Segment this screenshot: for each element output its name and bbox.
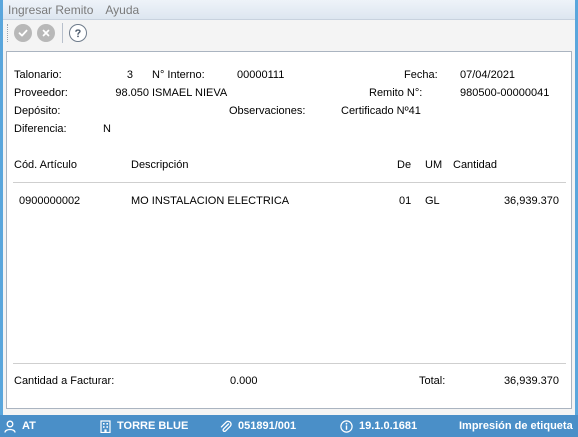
status-message-text: Impresión de etiqueta xyxy=(459,420,573,432)
total-value: 36,939.370 xyxy=(503,375,559,387)
row-cantidad: 36,939.370 xyxy=(503,195,559,207)
status-bar: AT TORRE BLUE 051891/001 19.1.0.1681 Imp… xyxy=(0,415,578,437)
observaciones-value: Certificado Nº41 xyxy=(341,105,421,117)
column-header-descripcion[interactable]: Descripción xyxy=(131,159,188,171)
cantidad-facturar-label: Cantidad a Facturar: xyxy=(14,375,115,387)
menu-ingresar-remito[interactable]: Ingresar Remito xyxy=(3,0,100,20)
column-header-um[interactable]: UM xyxy=(425,159,442,171)
observaciones-label: Observaciones: xyxy=(229,105,306,117)
row-de: 01 xyxy=(399,195,412,207)
talonario-label: Talonario: xyxy=(14,69,62,81)
talonario-value: 3 xyxy=(126,69,133,81)
info-icon xyxy=(340,419,353,433)
column-header-codigo[interactable]: Cód. Artículo xyxy=(14,159,77,171)
confirm-button[interactable] xyxy=(14,24,32,42)
remito-label: Remito N°: xyxy=(369,87,423,99)
menu-bar: Ingresar Remito Ayuda xyxy=(3,0,575,20)
proveedor-name: ISMAEL NIEVA xyxy=(152,87,228,99)
cantidad-facturar-value: 0.000 xyxy=(230,375,258,387)
deposito-label: Depósito: xyxy=(14,105,61,117)
status-user-text: AT xyxy=(22,420,36,432)
toolbar-separator xyxy=(62,23,63,43)
status-license[interactable]: 051891/001 xyxy=(219,415,296,437)
status-company[interactable]: TORRE BLUE xyxy=(100,415,188,437)
status-message: Impresión de etiqueta xyxy=(459,415,576,437)
toolbar-grip[interactable] xyxy=(7,24,10,42)
status-version[interactable]: 19.1.0.1681 xyxy=(340,415,417,437)
row-codigo: 0900000002 xyxy=(19,195,81,207)
footer-divider xyxy=(13,363,566,364)
app-window: Ingresar Remito Ayuda Talonario: 3 N° In… xyxy=(0,0,578,437)
building-icon xyxy=(100,419,111,433)
menu-ayuda[interactable]: Ayuda xyxy=(100,0,146,20)
fecha-value: 07/04/2021 xyxy=(460,69,516,81)
status-license-text: 051891/001 xyxy=(238,420,297,432)
check-icon xyxy=(18,29,28,37)
row-um: GL xyxy=(425,195,440,207)
column-header-de[interactable]: De xyxy=(397,159,411,171)
remito-panel: Talonario: 3 N° Interno: 00000111 Fecha:… xyxy=(6,51,572,409)
row-descripcion: MO INSTALACION ELECTRICA xyxy=(131,195,290,207)
column-header-cantidad[interactable]: Cantidad xyxy=(453,159,497,171)
fecha-label: Fecha: xyxy=(404,69,438,81)
status-version-text: 19.1.0.1681 xyxy=(359,420,418,432)
table-header-divider xyxy=(13,182,566,183)
cancel-button[interactable] xyxy=(37,24,55,42)
status-company-text: TORRE BLUE xyxy=(117,420,189,432)
interno-value: 00000111 xyxy=(237,69,285,81)
interno-label: N° Interno: xyxy=(152,69,205,81)
table-row[interactable]: 0900000002 MO INSTALACION ELECTRICA 01 G… xyxy=(7,190,571,208)
paperclip-icon xyxy=(219,420,232,433)
cancel-icon xyxy=(42,29,50,37)
toolbar xyxy=(3,20,575,46)
proveedor-code: 98.050 xyxy=(115,87,149,99)
diferencia-value: N xyxy=(103,123,111,135)
help-button[interactable] xyxy=(69,24,87,42)
user-icon xyxy=(4,420,16,433)
diferencia-label: Diferencia: xyxy=(14,123,67,135)
client-area: Ingresar Remito Ayuda Talonario: 3 N° In… xyxy=(3,0,575,415)
total-label: Total: xyxy=(419,375,446,387)
remito-value: 980500-00000041 xyxy=(460,87,550,99)
help-icon xyxy=(75,29,81,38)
status-user[interactable]: AT xyxy=(4,415,36,437)
proveedor-label: Proveedor: xyxy=(14,87,68,99)
